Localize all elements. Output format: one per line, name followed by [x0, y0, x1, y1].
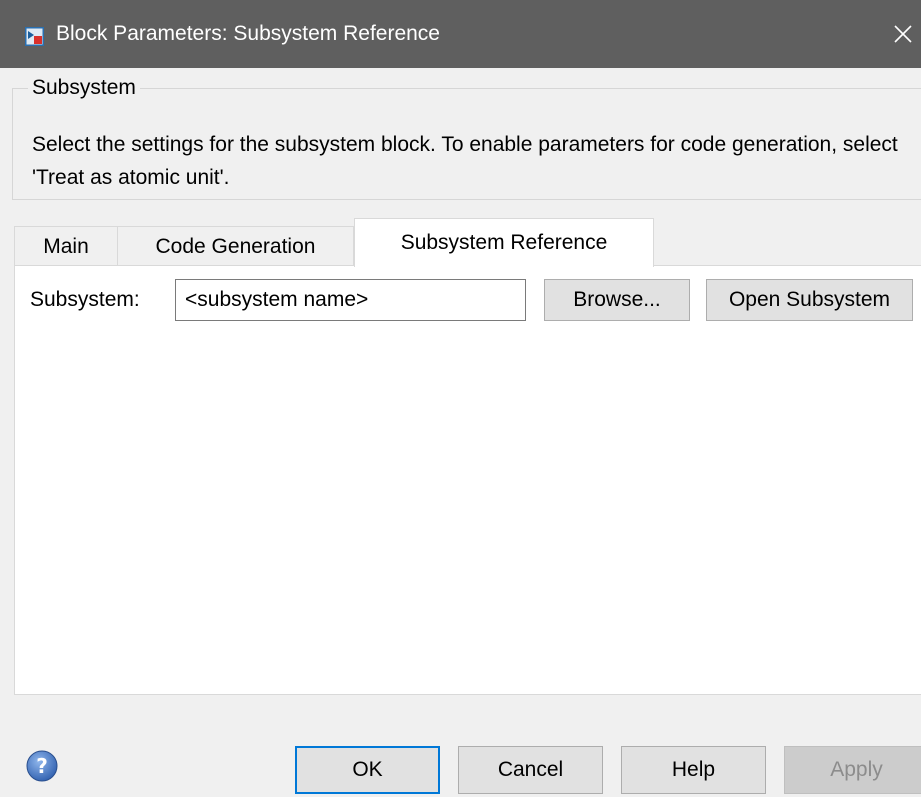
browse-button[interactable]: Browse... [544, 279, 690, 321]
ok-button[interactable]: OK [295, 746, 440, 794]
window-title: Block Parameters: Subsystem Reference [56, 22, 440, 45]
cancel-button[interactable]: Cancel [458, 746, 603, 794]
tab-page-subsystem-reference [14, 265, 921, 695]
group-description: Select the settings for the subsystem bl… [32, 133, 898, 189]
svg-text:?: ? [36, 754, 48, 778]
subsystem-label: Subsystem: [30, 288, 140, 311]
close-icon [894, 25, 912, 43]
open-subsystem-button[interactable]: Open Subsystem [706, 279, 913, 321]
tab-subsystem-reference[interactable]: Subsystem Reference [354, 218, 654, 267]
help-button[interactable]: Help [621, 746, 766, 794]
simulink-block-icon [25, 27, 44, 46]
tab-code-generation[interactable]: Code Generation [117, 226, 354, 266]
group-title: Subsystem [28, 76, 140, 100]
close-button[interactable] [885, 0, 921, 68]
title-bar[interactable]: Block Parameters: Subsystem Reference [0, 0, 921, 68]
apply-button[interactable]: Apply [784, 746, 921, 794]
tab-main[interactable]: Main [14, 226, 118, 266]
subsystem-name-input[interactable] [175, 279, 526, 321]
help-question-icon[interactable]: ? [26, 750, 58, 782]
